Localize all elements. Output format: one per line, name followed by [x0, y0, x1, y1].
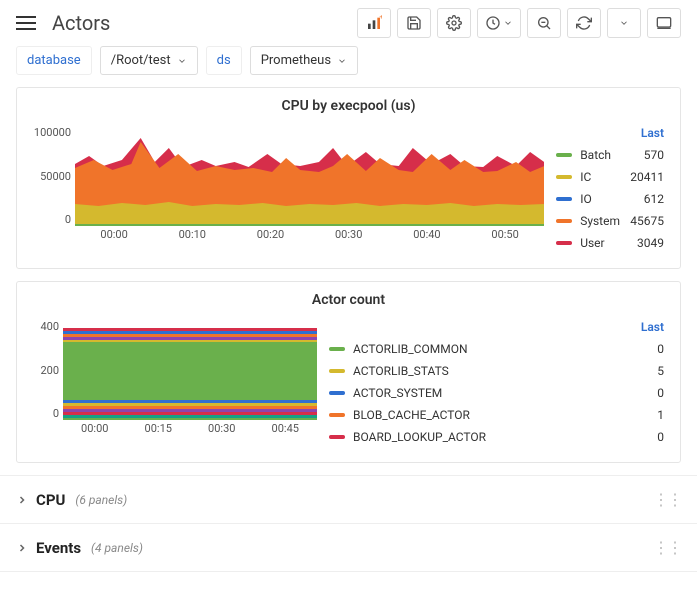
legend-row[interactable]: BOARD_LOOKUP_ACTOR0: [329, 426, 670, 448]
chevron-down-icon: [619, 18, 629, 28]
ytick: 0: [27, 407, 59, 420]
legend-header: Last: [329, 320, 670, 334]
ytick: 100000: [27, 126, 71, 139]
legend-row[interactable]: IC20411: [556, 166, 670, 188]
legend-swatch: [329, 435, 345, 439]
legend-name: BLOB_CACHE_ACTOR: [353, 408, 620, 422]
legend-name: System: [580, 214, 620, 228]
row-cpu[interactable]: CPU (6 panels) ⋮⋮: [0, 476, 697, 524]
row-subtitle: (4 panels): [91, 541, 653, 555]
legend-swatch: [329, 413, 345, 417]
legend-name: Batch: [580, 148, 620, 162]
page-title: Actors: [52, 11, 357, 35]
var-label-database: database: [16, 46, 92, 75]
ytick: 400: [27, 320, 59, 333]
legend-header: Last: [556, 126, 670, 140]
legend-row[interactable]: User3049: [556, 232, 670, 254]
xtick: 00:00: [63, 422, 127, 440]
legend-row[interactable]: IO612: [556, 188, 670, 210]
var-database-select[interactable]: /Root/test: [100, 46, 198, 75]
ytick: 0: [27, 213, 71, 226]
refresh-interval-button[interactable]: [607, 8, 641, 38]
zoom-out-button[interactable]: [527, 8, 561, 38]
grip-icon[interactable]: ⋮⋮: [653, 490, 681, 509]
legend-swatch: [556, 197, 572, 201]
chevron-right-icon: [16, 542, 28, 554]
grip-icon[interactable]: ⋮⋮: [653, 538, 681, 557]
legend-name: ACTORLIB_STATS: [353, 364, 620, 378]
legend-value: 570: [620, 148, 664, 162]
chart-cpu-by-execpool[interactable]: 100000 50000 0 00:00 00:10: [27, 126, 544, 246]
xtick: 00:15: [127, 422, 191, 440]
xtick: 00:10: [153, 228, 231, 246]
chevron-down-icon: [503, 18, 513, 28]
xtick: 00:50: [466, 228, 544, 246]
legend-swatch: [556, 153, 572, 157]
chevron-down-icon: [177, 56, 187, 66]
panel-title: CPU by execpool (us): [17, 88, 680, 120]
settings-button[interactable]: [437, 8, 471, 38]
row-events[interactable]: Events (4 panels) ⋮⋮: [0, 524, 697, 572]
legend-row[interactable]: ACTOR_SYSTEM0: [329, 382, 670, 404]
var-database-value: /Root/test: [111, 53, 171, 68]
add-panel-button[interactable]: +: [357, 8, 391, 38]
var-ds-value: Prometheus: [261, 53, 331, 68]
legend-swatch: [329, 391, 345, 395]
time-range-button[interactable]: [477, 8, 521, 38]
legend-row[interactable]: ACTORLIB_COMMON0: [329, 338, 670, 360]
legend-row[interactable]: Batch570: [556, 144, 670, 166]
legend-value: 3049: [620, 236, 664, 250]
legend: Last Batch570IC20411IO612System45675User…: [556, 126, 670, 254]
legend-swatch: [556, 241, 572, 245]
legend-value: 20411: [620, 170, 664, 184]
save-button[interactable]: [397, 8, 431, 38]
legend-row[interactable]: ACTORLIB_STATS5: [329, 360, 670, 382]
legend-value: 5: [620, 364, 664, 378]
legend-value: 1: [620, 408, 664, 422]
legend-value: 0: [620, 430, 664, 444]
legend-name: IC: [580, 170, 620, 184]
legend-value: 0: [620, 386, 664, 400]
legend-row[interactable]: BLOB_CACHE_ACTOR1: [329, 404, 670, 426]
legend-row[interactable]: System45675: [556, 210, 670, 232]
panel-cpu-by-execpool: CPU by execpool (us) 100000 50000 0: [16, 87, 681, 269]
row-subtitle: (6 panels): [75, 493, 653, 507]
xtick: 00:00: [75, 228, 153, 246]
legend-value: 0: [620, 342, 664, 356]
legend-name: IO: [580, 192, 620, 206]
ytick: 50000: [27, 170, 71, 183]
legend-swatch: [329, 369, 345, 373]
chart-actor-count[interactable]: 400 200 0: [27, 320, 317, 440]
legend-name: ACTORLIB_COMMON: [353, 342, 620, 356]
legend-swatch: [556, 175, 572, 179]
xtick: 00:40: [388, 228, 466, 246]
var-ds-select[interactable]: Prometheus: [250, 46, 358, 75]
chevron-right-icon: [16, 494, 28, 506]
view-mode-button[interactable]: [647, 8, 681, 38]
panel-actor-count: Actor count 400 200 0: [16, 281, 681, 463]
xtick: 00:30: [190, 422, 254, 440]
legend-swatch: [556, 219, 572, 223]
ytick: 200: [27, 364, 59, 377]
svg-text:+: +: [379, 15, 382, 21]
legend-name: User: [580, 236, 620, 250]
refresh-button[interactable]: [567, 8, 601, 38]
var-label-ds: ds: [206, 46, 242, 75]
legend: Last ACTORLIB_COMMON0ACTORLIB_STATS5ACTO…: [329, 320, 670, 448]
xtick: 00:45: [254, 422, 318, 440]
row-title: Events: [36, 539, 81, 557]
chevron-down-icon: [337, 56, 347, 66]
legend-value: 45675: [620, 214, 664, 228]
xtick: 00:20: [231, 228, 309, 246]
menu-icon[interactable]: [16, 11, 40, 35]
xtick: 00:30: [310, 228, 388, 246]
legend-value: 612: [620, 192, 664, 206]
legend-name: ACTOR_SYSTEM: [353, 386, 620, 400]
legend-swatch: [329, 347, 345, 351]
row-title: CPU: [36, 491, 65, 509]
toolbar: +: [357, 8, 681, 38]
legend-name: BOARD_LOOKUP_ACTOR: [353, 430, 620, 444]
panel-title: Actor count: [17, 282, 680, 314]
